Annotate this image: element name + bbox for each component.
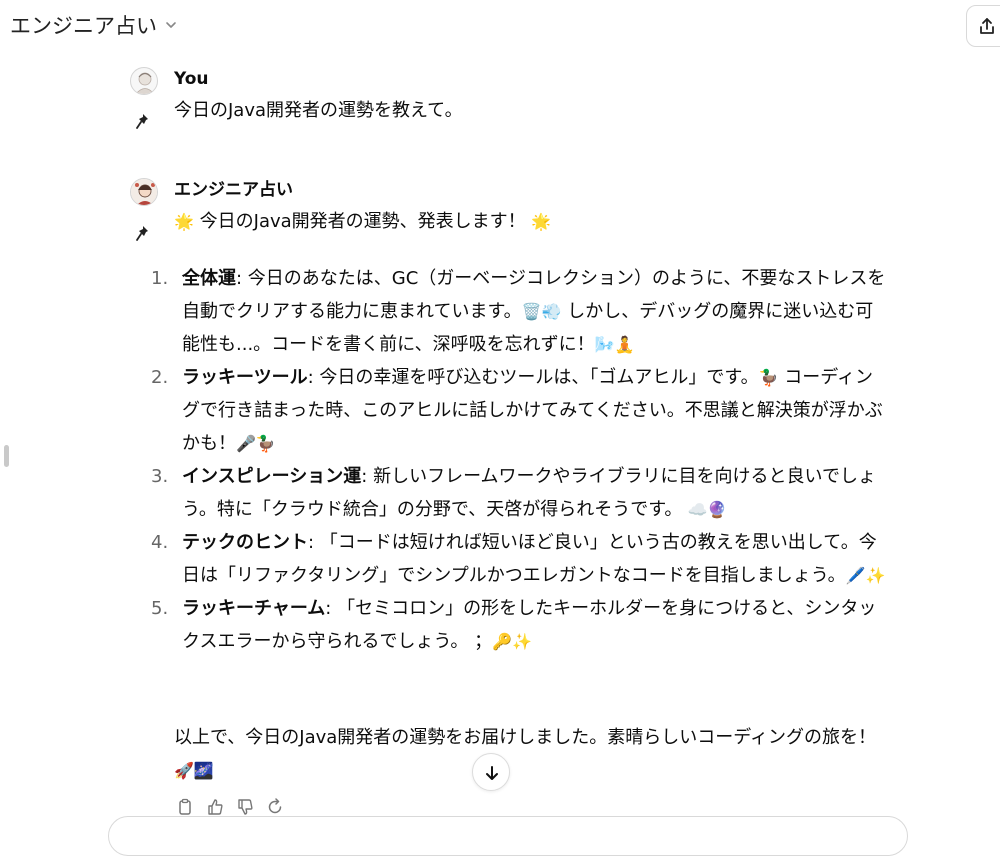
emoji-icon: 🔑✨	[492, 632, 532, 651]
copy-button[interactable]	[174, 796, 196, 818]
fortune-item: 4. テックのヒント: 「コードは短ければ短いほど良い」という古の教えを思い出して…	[151, 526, 886, 592]
list-number: 4.	[151, 532, 169, 553]
emoji-icon: 🗑️💨	[521, 302, 562, 321]
emoji-icon: 🖊️✨	[845, 566, 886, 585]
glowing-star-icon: 🌟	[174, 212, 194, 231]
fortune-item-title: 全体運	[182, 268, 236, 289]
sidebar-toggle-handle[interactable]	[4, 445, 9, 467]
fortune-item: 3. インスピレーション運: 新しいフレームワークやライブラリに目を向けると良いで…	[151, 460, 886, 526]
conversation-title: エンジニア占い	[10, 14, 157, 38]
emoji-icon: 🎤🦆	[236, 434, 276, 453]
thumbs-up-icon	[208, 799, 223, 815]
list-number: 1.	[151, 268, 169, 289]
list-number: 3.	[151, 466, 169, 487]
message-author: You	[174, 69, 209, 89]
message-author: エンジニア占い	[174, 180, 293, 200]
assistant-message: エンジニア占い 🌟 今日のJava開発者の運勢、発表します！ 🌟 1. 全体運 : …	[130, 178, 890, 738]
closing-paragraph: 以上で、今日のJava開発者の運勢をお届けしました。素晴らしいコーディングの旅を…	[174, 721, 894, 787]
user-message-text: 今日のJava開発者の運勢を教えて。	[174, 100, 463, 121]
good-response-button[interactable]	[204, 796, 226, 818]
closing-text: 以上で、今日のJava開発者の運勢をお届けしました。素晴らしいコーディングの旅を…	[174, 727, 877, 748]
list-number: 2.	[151, 367, 169, 388]
regenerate-button[interactable]	[264, 796, 286, 818]
fortune-item-title: ラッキーチャーム	[182, 598, 326, 619]
bad-response-button[interactable]	[234, 796, 256, 818]
rocket-galaxy-icon: 🚀🌌	[174, 761, 214, 780]
thumbs-down-icon	[238, 799, 253, 815]
fortune-list: 1. 全体運: 今日のあなたは、GC（ガーベージコレクション）のように、不要なスト…	[151, 262, 886, 658]
message-composer[interactable]	[108, 816, 908, 856]
share-button[interactable]	[966, 5, 1000, 47]
intro-text: 今日のJava開発者の運勢、発表します！	[193, 211, 532, 232]
emoji-icon: 🌬️🧘	[594, 335, 635, 354]
glowing-star-icon: 🌟	[531, 212, 552, 231]
share-icon	[980, 18, 994, 34]
fortune-item: 1. 全体運: 今日のあなたは、GC（ガーベージコレクション）のように、不要なスト…	[151, 262, 886, 361]
chevron-down-icon	[166, 22, 176, 28]
model-selector-button[interactable]: エンジニア占い	[10, 10, 177, 40]
copy-icon	[179, 798, 191, 815]
scroll-to-bottom-button[interactable]	[472, 753, 510, 791]
pin-icon[interactable]	[135, 111, 155, 131]
user-avatar	[130, 67, 158, 95]
fortune-item-title: テックのヒント	[182, 532, 308, 553]
assistant-intro: 🌟 今日のJava開発者の運勢、発表します！ 🌟	[174, 205, 886, 238]
message-actions	[174, 796, 286, 818]
closing-block: 以上で、今日のJava開発者の運勢をお届けしました。素晴らしいコーディングの旅を…	[130, 721, 890, 791]
fortune-item-text: : 今日の幸運を呼び込むツールは、「ゴムアヒル」です。	[307, 367, 759, 388]
user-message: You 今日のJava開発者の運勢を教えて。	[130, 67, 890, 137]
arrow-down-icon	[486, 766, 498, 780]
fortune-item-title: ラッキーツール	[182, 367, 308, 388]
fortune-list-container: 1. 全体運: 今日のあなたは、GC（ガーベージコレクション）のように、不要なスト…	[151, 262, 886, 658]
fortune-item: 5. ラッキーチャーム: 「セミコロン」の形をしたキーホルダーを身につけると、シン…	[151, 592, 886, 658]
regenerate-icon	[268, 798, 282, 814]
fortune-item: 2. ラッキーツール: 今日の幸運を呼び込むツールは、「ゴムアヒル」です。🦆 コー…	[151, 361, 886, 460]
emoji-icon: ☁️🔮	[682, 500, 728, 519]
top-bar: エンジニア占い	[0, 0, 1000, 52]
emoji-icon: 🦆	[758, 368, 779, 387]
assistant-avatar	[130, 178, 158, 206]
pin-icon[interactable]	[135, 223, 155, 243]
list-number: 5.	[151, 598, 169, 619]
fortune-item-title: インスピレーション運	[182, 466, 362, 487]
